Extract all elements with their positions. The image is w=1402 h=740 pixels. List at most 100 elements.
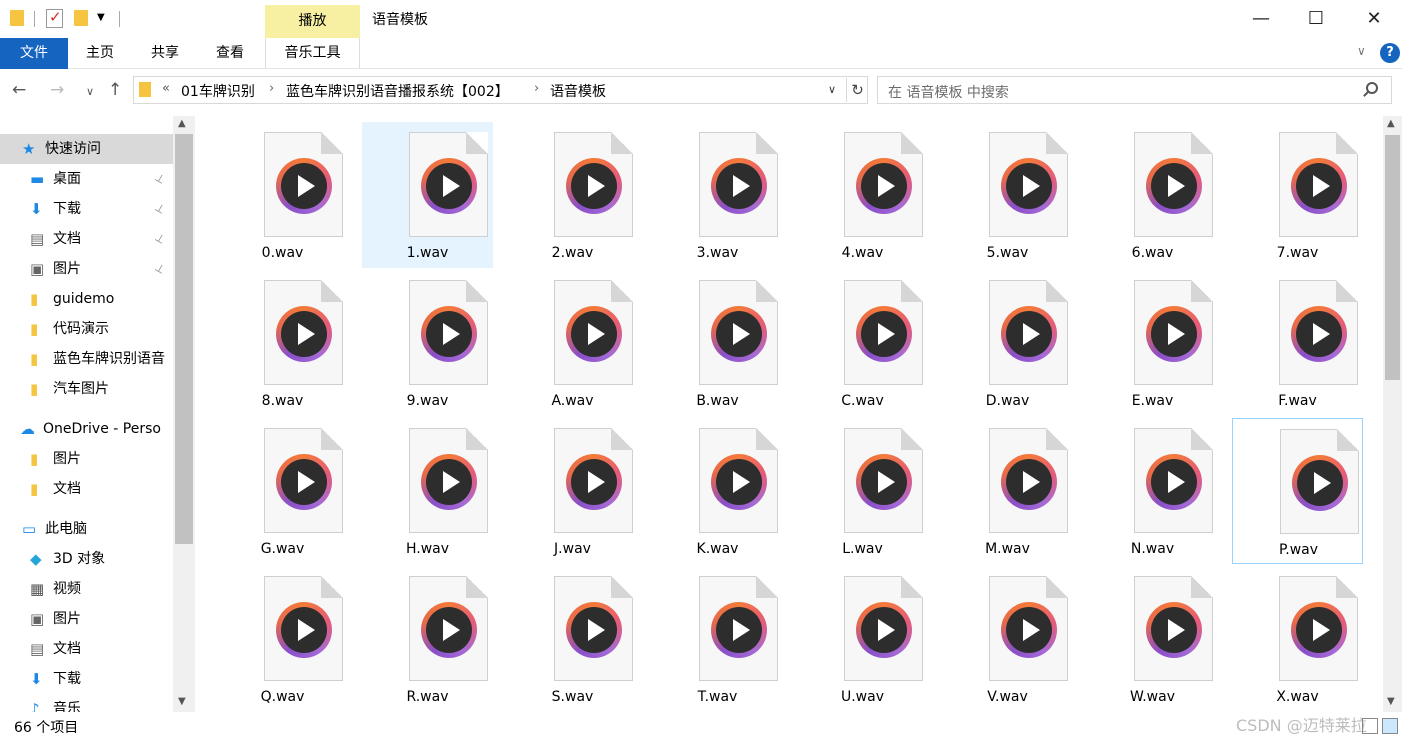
scroll-down-icon[interactable]: ▼ — [1387, 696, 1395, 707]
address-bar[interactable]: « 01车牌识别 › 蓝色车牌识别语音播报系统【002】 › 语音模板 ∨ ↻ — [133, 76, 868, 104]
play-triangle — [733, 323, 750, 345]
file-item[interactable]: G.wav — [217, 418, 348, 564]
overflow-chevron-icon[interactable]: « — [162, 81, 170, 96]
file-item[interactable]: M.wav — [942, 418, 1073, 564]
folder-icon: ▮ — [30, 380, 39, 398]
scroll-up-icon[interactable]: ▲ — [1387, 118, 1395, 129]
search-icon[interactable] — [1366, 82, 1378, 94]
file-item[interactable]: V.wav — [942, 566, 1073, 712]
nav-item[interactable]: ▣ 图片 ⊥ — [0, 254, 173, 284]
file-item[interactable]: 5.wav — [942, 122, 1073, 268]
breadcrumb-item[interactable]: 01车牌识别 — [181, 81, 255, 101]
nav-item[interactable]: ▦ 视频 — [0, 574, 173, 604]
chevron-down-icon[interactable]: ∨ — [828, 83, 836, 96]
tab-home[interactable]: 主页 — [72, 38, 128, 69]
play-icon-center — [1151, 607, 1197, 653]
file-item[interactable]: 7.wav — [1232, 122, 1363, 268]
tab-view[interactable]: 查看 — [202, 38, 258, 69]
nav-item[interactable]: ⬇ 下载 — [0, 664, 173, 694]
file-item[interactable]: L.wav — [797, 418, 928, 564]
file-item[interactable]: 1.wav — [362, 122, 493, 268]
nav-item[interactable]: ▤ 文档 ⊥ — [0, 224, 173, 254]
file-item[interactable]: U.wav — [797, 566, 928, 712]
nav-item[interactable]: ▮ 汽车图片 — [0, 374, 173, 404]
nav-item[interactable]: ★ 快速访问 — [0, 134, 173, 164]
file-item[interactable]: X.wav — [1232, 566, 1363, 712]
play-icon — [421, 158, 477, 214]
expand-ribbon-icon[interactable]: ∨ — [1357, 44, 1366, 58]
breadcrumb-item[interactable]: 语音模板 — [550, 81, 606, 101]
nav-item[interactable]: ☁ OneDrive - Perso — [0, 414, 173, 444]
file-item[interactable]: J.wav — [507, 418, 638, 564]
help-icon[interactable]: ? — [1380, 43, 1400, 63]
back-arrow-icon[interactable]: ← — [12, 80, 26, 100]
nav-item[interactable]: ♪ 音乐 — [0, 694, 173, 712]
scroll-up-icon[interactable]: ▲ — [178, 118, 186, 129]
file-item[interactable]: D.wav — [942, 270, 1073, 416]
file-item[interactable]: 4.wav — [797, 122, 928, 268]
file-item[interactable]: A.wav — [507, 270, 638, 416]
file-item[interactable]: P.wav — [1232, 418, 1363, 564]
nav-item[interactable]: ▮ 图片 — [0, 444, 173, 474]
file-item[interactable]: K.wav — [652, 418, 783, 564]
nav-item[interactable]: ◆ 3D 对象 — [0, 544, 173, 574]
large-icons-view-button[interactable] — [1382, 718, 1398, 734]
properties-icon[interactable] — [46, 8, 63, 28]
scroll-thumb[interactable] — [175, 134, 193, 544]
play-icon-center — [426, 607, 472, 653]
tab-music-tools[interactable]: 音乐工具 — [265, 38, 360, 69]
file-item[interactable]: 3.wav — [652, 122, 783, 268]
nav-item[interactable]: ▤ 文档 — [0, 634, 173, 664]
file-item[interactable]: 8.wav — [217, 270, 348, 416]
up-arrow-icon[interactable]: ↑ — [108, 80, 122, 100]
chevron-down-icon[interactable]: ▼ — [97, 12, 105, 23]
forward-arrow-icon[interactable]: → — [50, 80, 64, 100]
content-scrollbar[interactable]: ▲ ▼ — [1383, 116, 1402, 712]
nav-item[interactable]: ▭ 此电脑 — [0, 514, 173, 544]
file-item[interactable]: Q.wav — [217, 566, 348, 712]
breadcrumb-separator[interactable]: › — [269, 81, 274, 96]
breadcrumb-item[interactable]: 蓝色车牌识别语音播报系统【002】 — [286, 81, 509, 101]
file-item[interactable]: N.wav — [1087, 418, 1218, 564]
file-item[interactable]: T.wav — [652, 566, 783, 712]
tab-file[interactable]: 文件 — [0, 38, 68, 69]
search-input[interactable]: 在 语音模板 中搜索 — [877, 76, 1392, 104]
refresh-icon[interactable]: ↻ — [846, 78, 868, 102]
close-button[interactable]: ✕ — [1346, 0, 1402, 38]
file-item[interactable]: 9.wav — [362, 270, 493, 416]
page-fold — [611, 280, 633, 302]
context-tab-play[interactable]: 播放 — [265, 5, 360, 38]
file-item[interactable]: W.wav — [1087, 566, 1218, 712]
scroll-thumb[interactable] — [1385, 135, 1400, 380]
breadcrumb-separator[interactable]: › — [534, 81, 539, 96]
nav-scrollbar[interactable]: ▲ ▼ — [173, 116, 195, 712]
tab-share[interactable]: 共享 — [137, 38, 193, 69]
page-fold — [1336, 280, 1358, 302]
minimize-button[interactable]: — — [1233, 0, 1289, 38]
file-item[interactable]: F.wav — [1232, 270, 1363, 416]
pictures-icon: ▣ — [30, 260, 45, 278]
maximize-button[interactable]: ☐ — [1288, 0, 1344, 38]
file-item[interactable]: B.wav — [652, 270, 783, 416]
file-item[interactable]: 6.wav — [1087, 122, 1218, 268]
nav-item[interactable]: ▬ 桌面 ⊥ — [0, 164, 173, 194]
file-item[interactable]: H.wav — [362, 418, 493, 564]
nav-item[interactable]: ⬇ 下载 ⊥ — [0, 194, 173, 224]
scroll-down-icon[interactable]: ▼ — [178, 696, 186, 707]
nav-item[interactable]: ▮ guidemo — [0, 284, 173, 314]
chevron-down-icon[interactable]: ∨ — [86, 85, 94, 98]
nav-item[interactable]: ▮ 文档 — [0, 474, 173, 504]
play-icon-center — [861, 459, 907, 505]
file-item[interactable]: E.wav — [1087, 270, 1218, 416]
file-item[interactable]: S.wav — [507, 566, 638, 712]
nav-item[interactable]: ▮ 代码演示 — [0, 314, 173, 344]
file-item[interactable]: R.wav — [362, 566, 493, 712]
file-item[interactable]: 2.wav — [507, 122, 638, 268]
details-view-button[interactable] — [1362, 718, 1378, 734]
nav-item-label: 蓝色车牌识别语音 — [53, 351, 165, 367]
new-folder-icon[interactable] — [74, 10, 90, 28]
nav-item[interactable]: ▮ 蓝色车牌识别语音 — [0, 344, 173, 374]
file-item[interactable]: 0.wav — [217, 122, 348, 268]
nav-item[interactable]: ▣ 图片 — [0, 604, 173, 634]
file-item[interactable]: C.wav — [797, 270, 928, 416]
